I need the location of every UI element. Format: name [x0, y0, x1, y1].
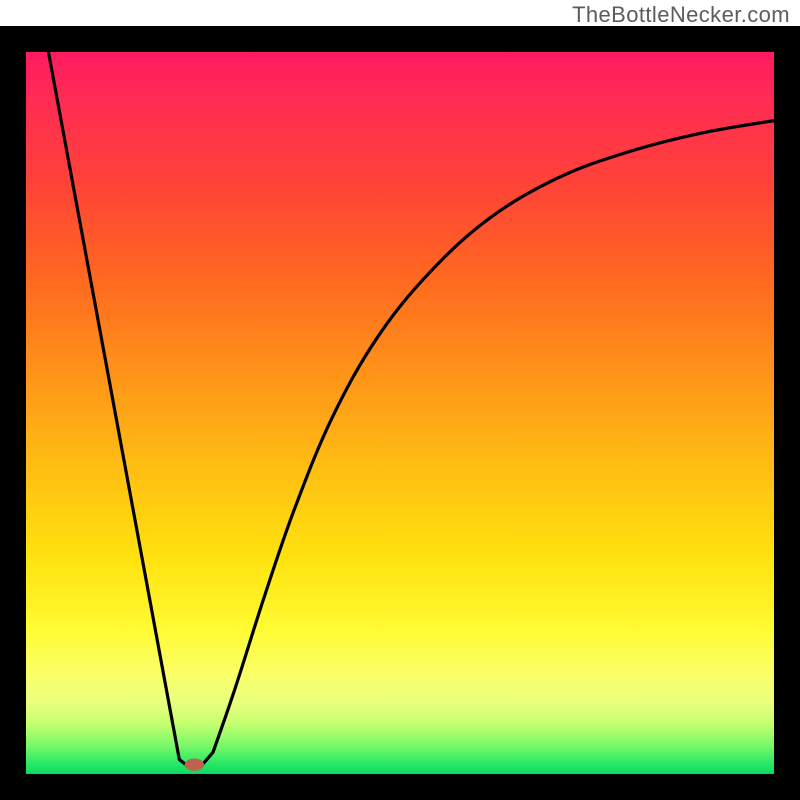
figure-container: TheBottleNecker.com: [0, 0, 800, 800]
attribution-text: TheBottleNecker.com: [572, 2, 790, 28]
plot-frame: [0, 26, 800, 800]
plot-background-gradient: [26, 52, 774, 774]
bottleneck-curve: [48, 52, 774, 765]
optimal-point-marker: [185, 758, 204, 770]
plot-overlay: [26, 52, 774, 774]
